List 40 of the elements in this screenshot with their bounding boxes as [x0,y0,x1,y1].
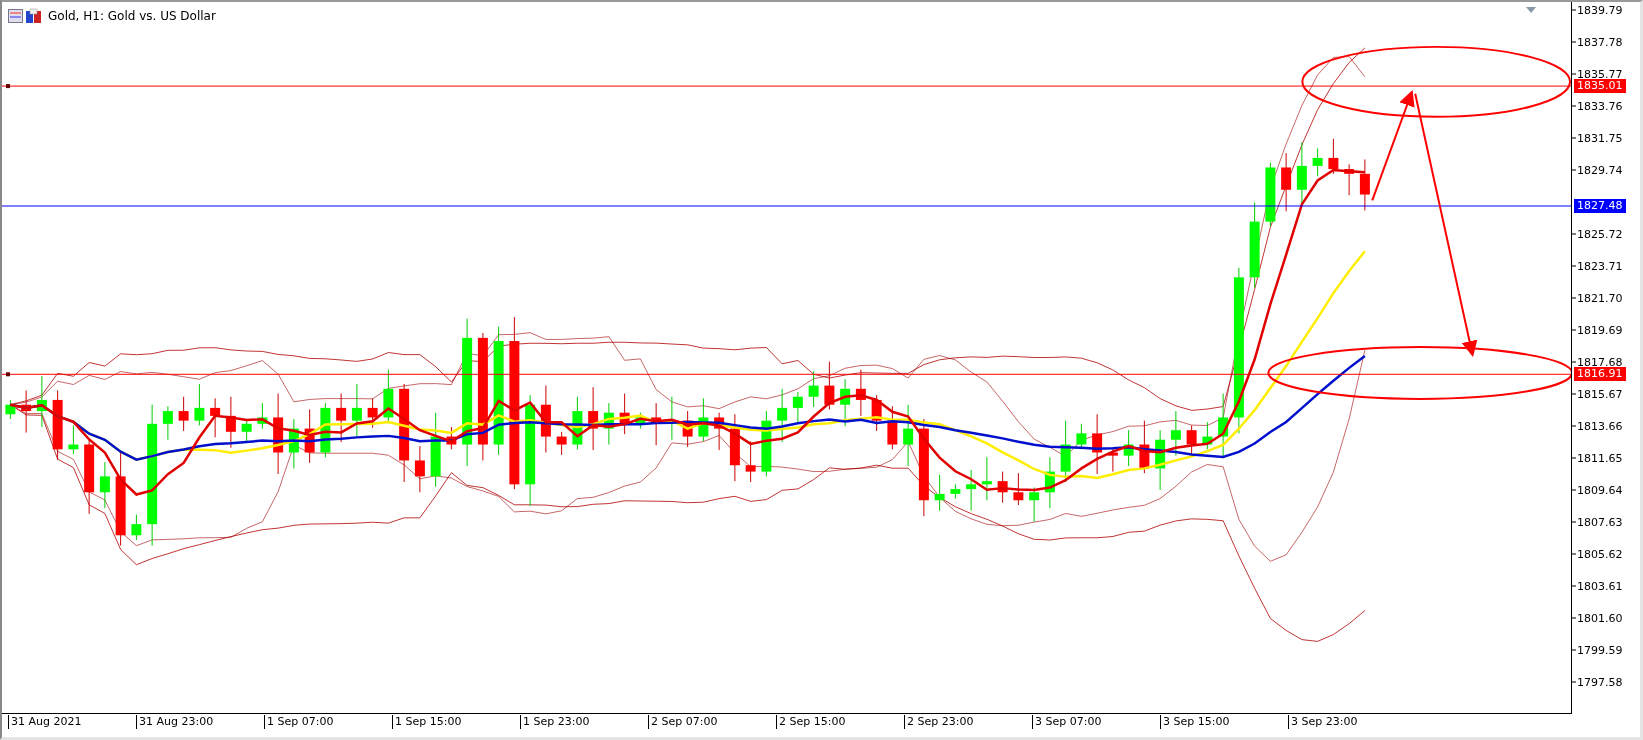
time-axis-label: 1 Sep 23:00 [520,715,590,729]
time-axis-label: 2 Sep 07:00 [648,715,718,729]
chart-window-icon [8,8,42,24]
price-axis-label: 1821.70 [1572,291,1623,305]
price-axis-label: 1813.66 [1572,419,1623,433]
price-axis-label: 1799.59 [1572,643,1623,657]
price-axis-label: 1815.67 [1572,387,1623,401]
price-tag: 1835.01 [1574,79,1626,94]
price-axis-label: 1823.71 [1572,259,1623,273]
time-axis-label: 31 Aug 23:00 [136,715,214,729]
time-axis-label: 3 Sep 15:00 [1160,715,1230,729]
price-axis-label: 1811.65 [1572,451,1623,465]
price-axis-label: 1835.77 [1572,67,1623,81]
price-axis-label: 1819.69 [1572,323,1623,337]
price-axis-label: 1803.61 [1572,579,1623,593]
price-axis-label: 1829.74 [1572,163,1623,177]
price-axis-label: 1839.79 [1572,3,1623,17]
price-axis-label: 1801.60 [1572,611,1623,625]
price-axis-label: 1807.63 [1572,515,1623,529]
shift-marker-icon [1526,7,1537,13]
price-axis-label: 1797.58 [1572,675,1623,689]
price-axis-label: 1837.78 [1572,35,1623,49]
time-axis-label: 3 Sep 23:00 [1288,715,1358,729]
time-axis-label: 1 Sep 15:00 [392,715,462,729]
time-axis-label: 1 Sep 07:00 [264,715,334,729]
price-axis-label: 1825.72 [1572,227,1623,241]
line-anchor-icon [6,84,10,89]
time-axis-label: 2 Sep 15:00 [776,715,846,729]
time-axis-label: 31 Aug 2021 [8,715,82,729]
chart-title: Gold, H1: Gold vs. US Dollar [48,9,216,23]
price-axis-label: 1817.68 [1572,355,1623,369]
price-tag: 1816.91 [1574,367,1626,382]
time-axis-label: 2 Sep 23:00 [904,715,974,729]
price-axis-label: 1833.76 [1572,99,1623,113]
line-anchor-icon [6,372,10,377]
time-axis-label: 3 Sep 07:00 [1032,715,1102,729]
price-axis-label: 1805.62 [1572,547,1623,561]
price-axis-label: 1831.75 [1572,131,1623,145]
price-tag: 1827.48 [1574,199,1626,213]
price-axis-label: 1809.64 [1572,483,1623,497]
